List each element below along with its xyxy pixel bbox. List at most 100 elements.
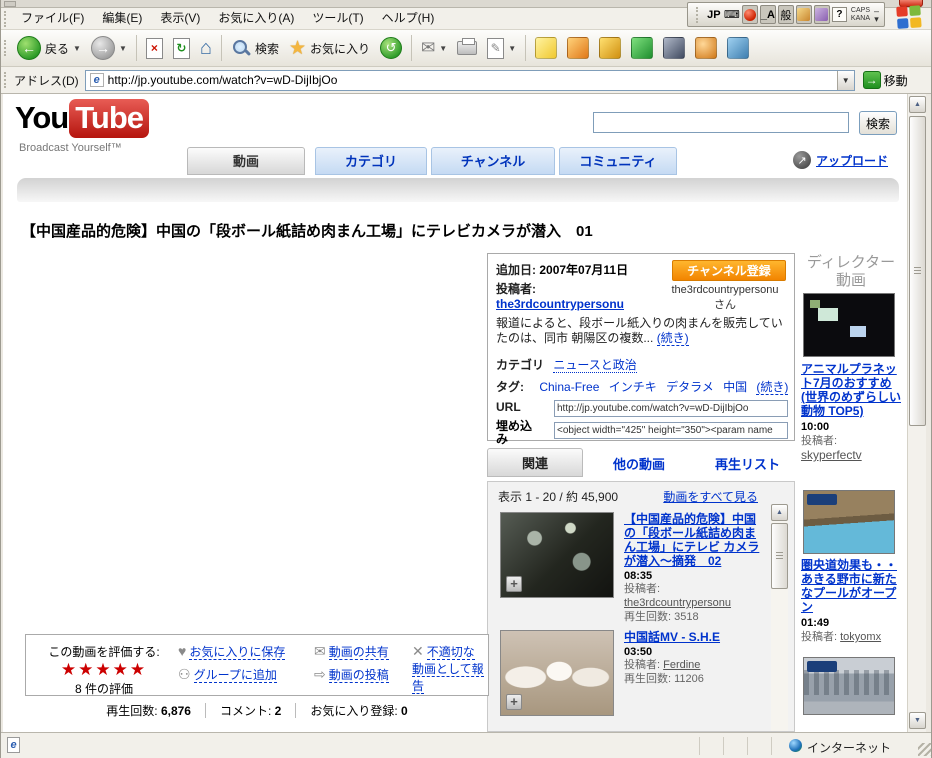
keyboard-icon[interactable]: ⌨ [724, 5, 740, 24]
sticky-note-icon [535, 37, 557, 59]
forward-dropdown-icon[interactable]: ▼ [119, 44, 127, 53]
search-button[interactable]: 検索 [226, 32, 284, 64]
tag-link[interactable]: China-Free [539, 380, 599, 394]
tab-channels[interactable]: チャンネル [431, 147, 555, 175]
addons-button[interactable] [594, 32, 626, 64]
ime-tools-icon[interactable] [814, 5, 830, 24]
menu-favorites[interactable]: お気に入り(A) [209, 8, 303, 29]
url-input[interactable] [554, 400, 788, 417]
site-search-input[interactable] [593, 112, 849, 133]
print-button[interactable] [452, 32, 482, 64]
embed-input[interactable] [554, 422, 788, 439]
home-button[interactable]: ⌂ [195, 32, 217, 64]
menu-edit[interactable]: 編集(E) [93, 8, 151, 29]
search-icon [231, 38, 251, 58]
globe-tool-button[interactable] [690, 32, 722, 64]
history-button[interactable]: ↺ [375, 32, 407, 64]
description-more-link[interactable]: (続き) [657, 331, 689, 346]
go-button[interactable]: → 移動 [863, 71, 908, 89]
save-favorite-link[interactable]: お気に入りに保存 [189, 645, 285, 660]
add-to-group-link[interactable]: グループに追加 [194, 668, 277, 683]
menubar-grip[interactable] [4, 11, 9, 27]
sidebar-poster-link[interactable]: tokyomx [840, 631, 881, 643]
related-thumbnail[interactable]: + [500, 630, 614, 716]
forward-button[interactable]: → ▼ [86, 32, 132, 64]
menu-tools[interactable]: ツール(T) [303, 8, 372, 29]
tab-categories[interactable]: カテゴリ [315, 147, 427, 175]
tab-community[interactable]: コミュニティ [559, 147, 677, 175]
related-title-link[interactable]: 中国話MV - S.H.E [624, 630, 720, 644]
youtube-logo[interactable]: YouTube [15, 100, 149, 136]
expand-thumbnail-button[interactable]: + [506, 694, 522, 710]
sidebar-thumbnail[interactable] [803, 657, 895, 715]
sidebar-poster-link[interactable]: skyperfectv [801, 448, 862, 462]
edit-button[interactable]: ✎ ▼ [482, 32, 521, 64]
category-link[interactable]: ニュースと政治 [553, 358, 636, 373]
mail-button[interactable]: ✉ ▼ [416, 32, 452, 64]
journal-button[interactable] [562, 32, 594, 64]
see-all-videos-link[interactable]: 動画をすべて見る [663, 488, 758, 505]
share-video-link[interactable]: 動画の共有 [329, 645, 389, 660]
internet-zone-label: インターネット [807, 739, 891, 756]
director-videos-header: ディレクター動画 [801, 254, 901, 290]
scroll-up-button[interactable]: ▲ [909, 96, 926, 113]
related-title-link[interactable]: 【中国産品的危険】中国の「段ボール紙詰め肉まん工場」にテレビ カメラが潜入～摘発… [624, 512, 759, 568]
edit-dropdown-icon[interactable]: ▼ [508, 44, 516, 53]
research-button[interactable] [658, 32, 690, 64]
ime-conversion-button[interactable]: 般 [778, 5, 794, 24]
contacts-button[interactable] [722, 32, 754, 64]
menu-help[interactable]: ヘルプ(H) [373, 8, 444, 29]
subscribe-button[interactable]: チャンネル登録 [672, 260, 786, 281]
notes-button[interactable] [530, 32, 562, 64]
messenger-button[interactable] [626, 32, 658, 64]
resize-grip[interactable] [918, 743, 931, 756]
tab-videos[interactable]: 動画 [187, 147, 305, 175]
sidebar-title-link[interactable]: 圏央道効果も・・あきる野市に新たなプールがオープン [801, 558, 897, 614]
sidebar-thumbnail[interactable] [803, 293, 895, 357]
ime-lang-button[interactable]: JP [706, 5, 722, 24]
address-input[interactable] [108, 73, 837, 87]
ime-halfwidth-button[interactable]: _A [760, 5, 776, 24]
related-poster-link[interactable]: the3rdcountrypersonu [624, 597, 731, 609]
refresh-button[interactable]: ↻ [168, 32, 195, 64]
upload-link[interactable]: ↗ アップロード [793, 151, 888, 169]
ime-minimize-control[interactable]: –▾ [874, 7, 879, 23]
tags-label: タグ: [496, 380, 524, 394]
expand-thumbnail-button[interactable]: + [506, 576, 522, 592]
menu-file[interactable]: ファイル(F) [12, 8, 93, 29]
star-rating[interactable]: ★★★★★ [34, 660, 174, 680]
back-dropdown-icon[interactable]: ▼ [73, 44, 81, 53]
scroll-up-button[interactable]: ▲ [771, 504, 788, 521]
address-dropdown-icon[interactable]: ▼ [837, 71, 854, 90]
menu-view[interactable]: 表示(V) [151, 8, 209, 29]
scrollbar-thumb[interactable] [909, 116, 926, 426]
tag-link[interactable]: デタラメ [666, 380, 714, 394]
post-video-link[interactable]: 動画の投稿 [329, 668, 389, 683]
rate-prompt: この動画を評価する: [34, 643, 174, 660]
scroll-down-button[interactable]: ▼ [909, 712, 926, 729]
tab-other-videos[interactable]: 他の動画 [613, 454, 665, 473]
ime-input-mode-icon[interactable] [742, 5, 758, 24]
site-search-button[interactable]: 検索 [859, 111, 897, 135]
ime-help-button[interactable]: ? [832, 7, 847, 22]
tags-more-link[interactable]: (続き) [756, 380, 788, 395]
related-thumbnail[interactable]: + [500, 512, 614, 598]
mail-dropdown-icon[interactable]: ▼ [439, 44, 447, 53]
toolbar-grip[interactable] [4, 40, 9, 56]
back-button[interactable]: ← 戻る ▼ [12, 32, 86, 64]
poster-link[interactable]: the3rdcountrypersonu [496, 297, 624, 311]
ime-palette-icon[interactable] [796, 5, 812, 24]
palette-icon [797, 8, 810, 21]
tab-playlists[interactable]: 再生リスト [715, 454, 780, 473]
related-poster-link[interactable]: Ferdine [663, 659, 700, 671]
tag-link[interactable]: インチキ [609, 380, 657, 394]
ime-grip[interactable] [696, 7, 701, 23]
tab-related[interactable]: 関連 [487, 448, 583, 477]
stop-button[interactable]: × [141, 32, 168, 64]
sidebar-thumbnail[interactable] [803, 490, 895, 554]
addressbar-grip[interactable] [4, 72, 9, 88]
tag-link[interactable]: 中国 [723, 380, 747, 394]
scrollbar-thumb[interactable] [771, 523, 788, 589]
sidebar-title-link[interactable]: アニマルプラネット7月のおすすめ(世界のめずらしい動物 TOP5) [801, 362, 901, 418]
favorites-button[interactable]: ★ お気に入り [284, 32, 375, 64]
